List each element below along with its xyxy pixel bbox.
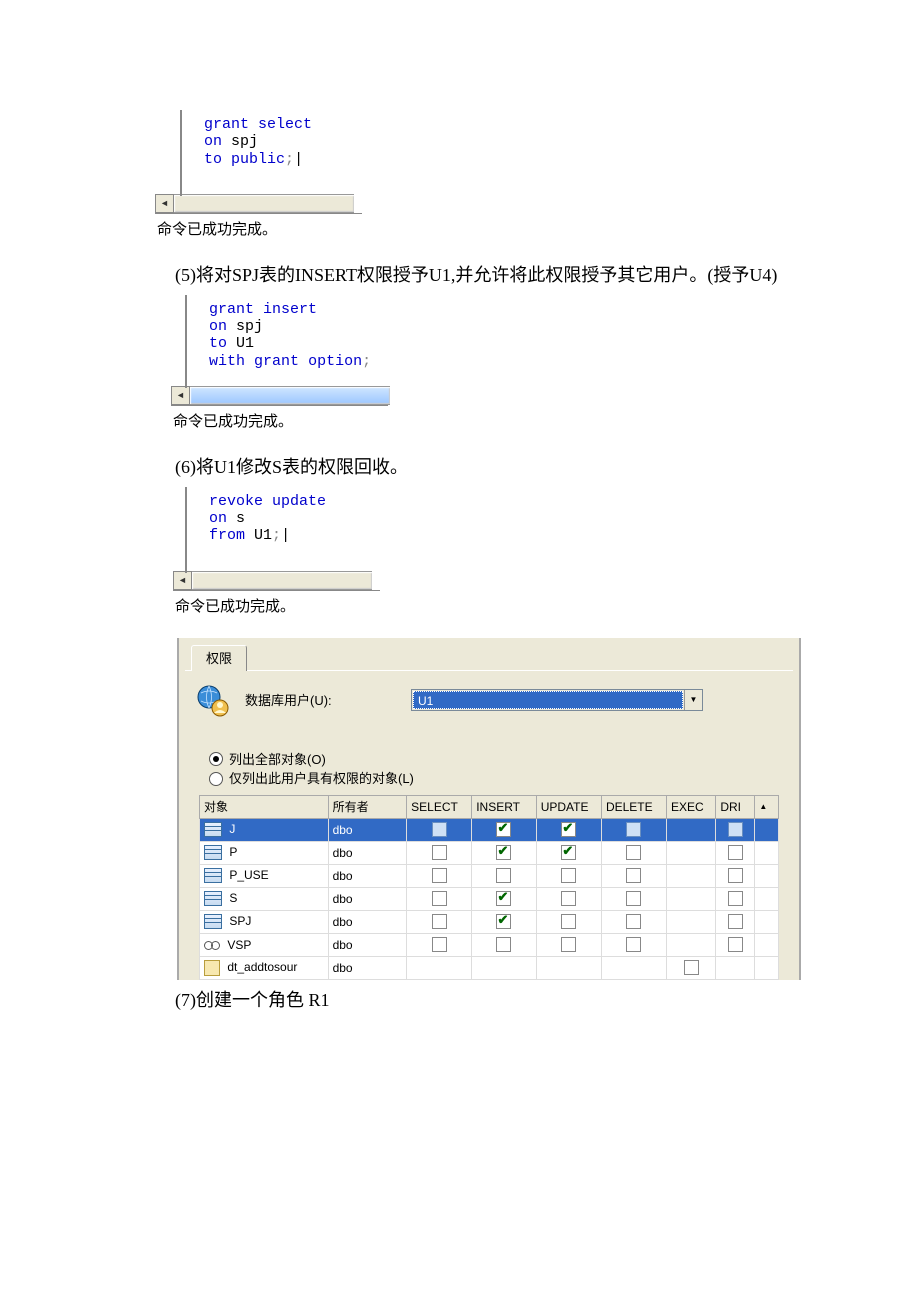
radio-list-owned[interactable] [209, 772, 223, 786]
vscroll-track[interactable] [755, 818, 779, 841]
permissions-table: 对象 所有者 SELECT INSERT UPDATE DELETE EXEC … [199, 795, 779, 980]
checkbox-checked[interactable] [496, 914, 511, 929]
checkbox[interactable] [728, 845, 743, 860]
checkbox[interactable] [626, 891, 641, 906]
vscroll-track[interactable] [755, 956, 779, 979]
table-icon [204, 822, 222, 837]
kw-public: public [231, 151, 285, 168]
kw-select: select [258, 116, 312, 133]
checkbox[interactable] [626, 914, 641, 929]
checkbox[interactable] [432, 868, 447, 883]
sql-block-2: grant insert on spj to U1 with grant opt… [185, 295, 820, 388]
checkbox[interactable] [728, 937, 743, 952]
table-row[interactable]: dt_addtosourdbo [200, 956, 779, 979]
instruction-5: (5)将对SPJ表的INSERT权限授予U1,并允许将此权限授予其它用户。(授予… [175, 261, 820, 287]
checkbox-checked[interactable] [561, 822, 576, 837]
hscroll-1[interactable]: ◄ [155, 194, 820, 213]
table-row[interactable]: Pdbo [200, 841, 779, 864]
table-icon [204, 868, 222, 883]
instruction-7: (7)创建一个角色 R1 [175, 986, 820, 1012]
vscroll-track[interactable] [755, 841, 779, 864]
col-object[interactable]: 对象 [200, 795, 329, 818]
checkbox[interactable] [728, 868, 743, 883]
checkbox[interactable] [561, 937, 576, 952]
table-row[interactable]: SPJdbo [200, 910, 779, 933]
checkbox[interactable] [432, 891, 447, 906]
checkbox[interactable] [728, 914, 743, 929]
sql-block-1: grant select on spj to public;| [180, 110, 820, 196]
kw-grant: grant [204, 116, 249, 133]
instruction-6: (6)将U1修改S表的权限回收。 [175, 453, 820, 479]
scroll-left-icon[interactable]: ◄ [155, 194, 174, 213]
vscroll-track[interactable] [755, 910, 779, 933]
status-msg-1: 命令已成功完成。 [155, 213, 362, 241]
checkbox[interactable] [561, 868, 576, 883]
checkbox[interactable] [496, 868, 511, 883]
scroll-left-icon[interactable]: ◄ [171, 386, 190, 405]
radio-list-owned-label: 仅列出此用户具有权限的对象(L) [229, 769, 414, 789]
tab-permissions[interactable]: 权限 [191, 645, 247, 671]
table-row[interactable]: VSPdbo [200, 933, 779, 956]
scroll-up-icon[interactable]: ▲ [755, 795, 779, 818]
col-update[interactable]: UPDATE [536, 795, 601, 818]
checkbox[interactable] [684, 960, 699, 975]
db-user-icon [195, 683, 229, 717]
col-exec[interactable]: EXEC [666, 795, 715, 818]
checkbox-checked[interactable] [561, 845, 576, 860]
status-msg-3: 命令已成功完成。 [173, 590, 380, 618]
table-row[interactable]: Sdbo [200, 887, 779, 910]
kw-to: to [204, 151, 222, 168]
col-owner[interactable]: 所有者 [328, 795, 407, 818]
vscroll-track[interactable] [755, 864, 779, 887]
db-user-label: 数据库用户(U): [245, 690, 395, 709]
scroll-track[interactable] [174, 194, 354, 213]
table-row[interactable]: P_USEdbo [200, 864, 779, 887]
checkbox[interactable] [561, 914, 576, 929]
db-user-combobox[interactable]: U1 ▼ [411, 689, 703, 711]
checkbox[interactable] [626, 937, 641, 952]
col-insert[interactable]: INSERT [472, 795, 537, 818]
scroll-track-active[interactable] [190, 386, 390, 405]
radio-list-all-label: 列出全部对象(O) [229, 750, 326, 770]
checkbox[interactable] [432, 914, 447, 929]
scroll-left-icon[interactable]: ◄ [173, 571, 192, 590]
sql-block-3: revoke update on s from U1;| [185, 487, 820, 573]
checkbox[interactable] [432, 937, 447, 952]
checkbox-checked[interactable] [496, 891, 511, 906]
checkbox[interactable] [728, 822, 743, 837]
proc-icon [204, 960, 220, 976]
checkbox[interactable] [561, 891, 576, 906]
col-dri[interactable]: DRI [716, 795, 755, 818]
vscroll-track[interactable] [755, 887, 779, 910]
vscroll-track[interactable] [755, 933, 779, 956]
hscroll-3[interactable]: ◄ [173, 571, 820, 590]
checkbox[interactable] [496, 937, 511, 952]
checkbox[interactable] [728, 891, 743, 906]
status-msg-2: 命令已成功完成。 [171, 405, 388, 433]
table-icon [204, 845, 222, 860]
semicolon: ; [285, 151, 294, 168]
checkbox[interactable] [432, 845, 447, 860]
checkbox[interactable] [626, 845, 641, 860]
permissions-panel: 权限 数据库用户(U): U1 ▼ [177, 638, 801, 980]
radio-list-all[interactable] [209, 752, 223, 766]
hscroll-2[interactable]: ◄ [171, 386, 820, 405]
checkbox[interactable] [626, 868, 641, 883]
checkbox-checked[interactable] [496, 845, 511, 860]
table-row[interactable]: Jdbo [200, 818, 779, 841]
checkbox-checked[interactable] [496, 822, 511, 837]
id-spj: spj [231, 133, 258, 150]
kw-on: on [204, 133, 222, 150]
chevron-down-icon[interactable]: ▼ [684, 690, 702, 710]
col-delete[interactable]: DELETE [601, 795, 666, 818]
view-icon [204, 939, 220, 951]
checkbox[interactable] [432, 822, 447, 837]
scroll-track[interactable] [192, 571, 372, 590]
table-icon [204, 891, 222, 906]
col-select[interactable]: SELECT [407, 795, 472, 818]
list-mode-radios: 列出全部对象(O) 仅列出此用户具有权限的对象(L) [209, 750, 783, 789]
db-user-value[interactable]: U1 [413, 691, 683, 709]
table-icon [204, 914, 222, 929]
checkbox[interactable] [626, 822, 641, 837]
